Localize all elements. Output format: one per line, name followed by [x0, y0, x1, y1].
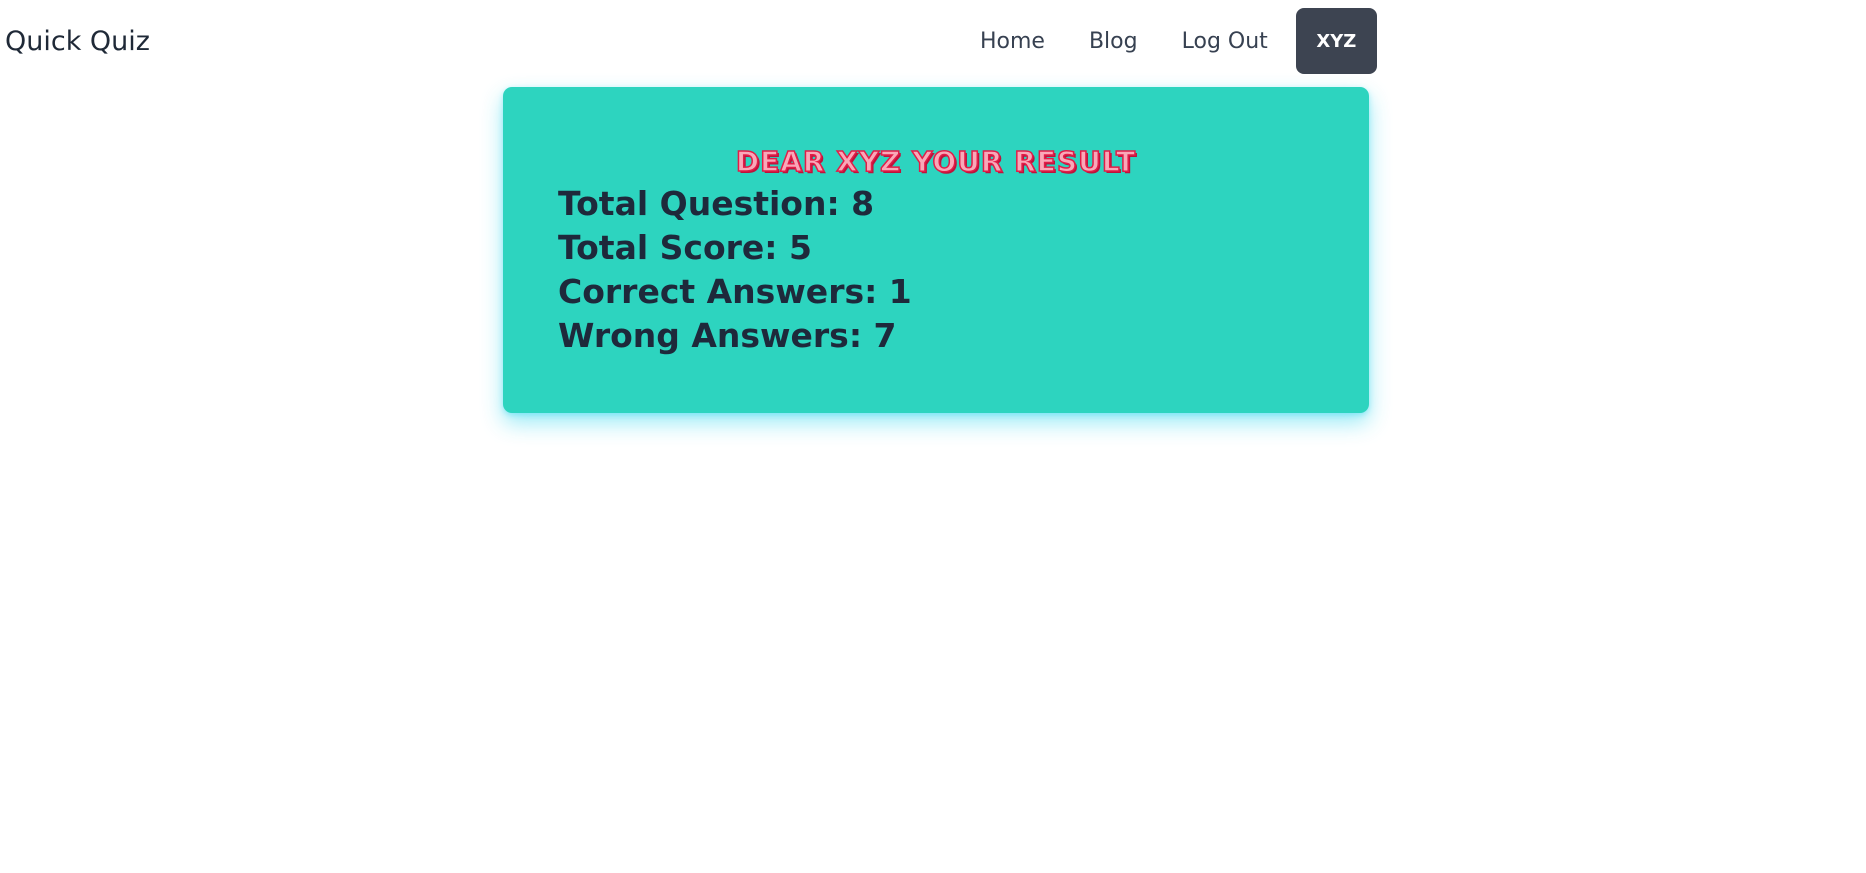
result-title: DEAR XYZ YOUR RESULT — [735, 144, 1137, 179]
brand-logo[interactable]: Quick Quiz — [5, 24, 150, 60]
correct-answers-stat: Correct Answers: 1 — [558, 272, 912, 311]
total-question-stat: Total Question: 8 — [558, 184, 875, 223]
nav-links: Home Blog Log Out XYZ — [958, 8, 1377, 74]
nav-home-link[interactable]: Home — [958, 29, 1067, 54]
nav-logout-link[interactable]: Log Out — [1160, 29, 1290, 54]
result-stats: Total Question: 8 Total Score: 5 Correct… — [558, 182, 912, 358]
result-card: DEAR XYZ YOUR RESULT Total Question: 8 T… — [503, 87, 1369, 413]
wrong-answers-stat: Wrong Answers: 7 — [558, 316, 897, 355]
nav-blog-link[interactable]: Blog — [1067, 29, 1160, 54]
total-score-stat: Total Score: 5 — [558, 228, 812, 267]
user-avatar-button[interactable]: XYZ — [1295, 8, 1377, 74]
navbar: Quick Quiz Home Blog Log Out XYZ — [0, 0, 1866, 86]
